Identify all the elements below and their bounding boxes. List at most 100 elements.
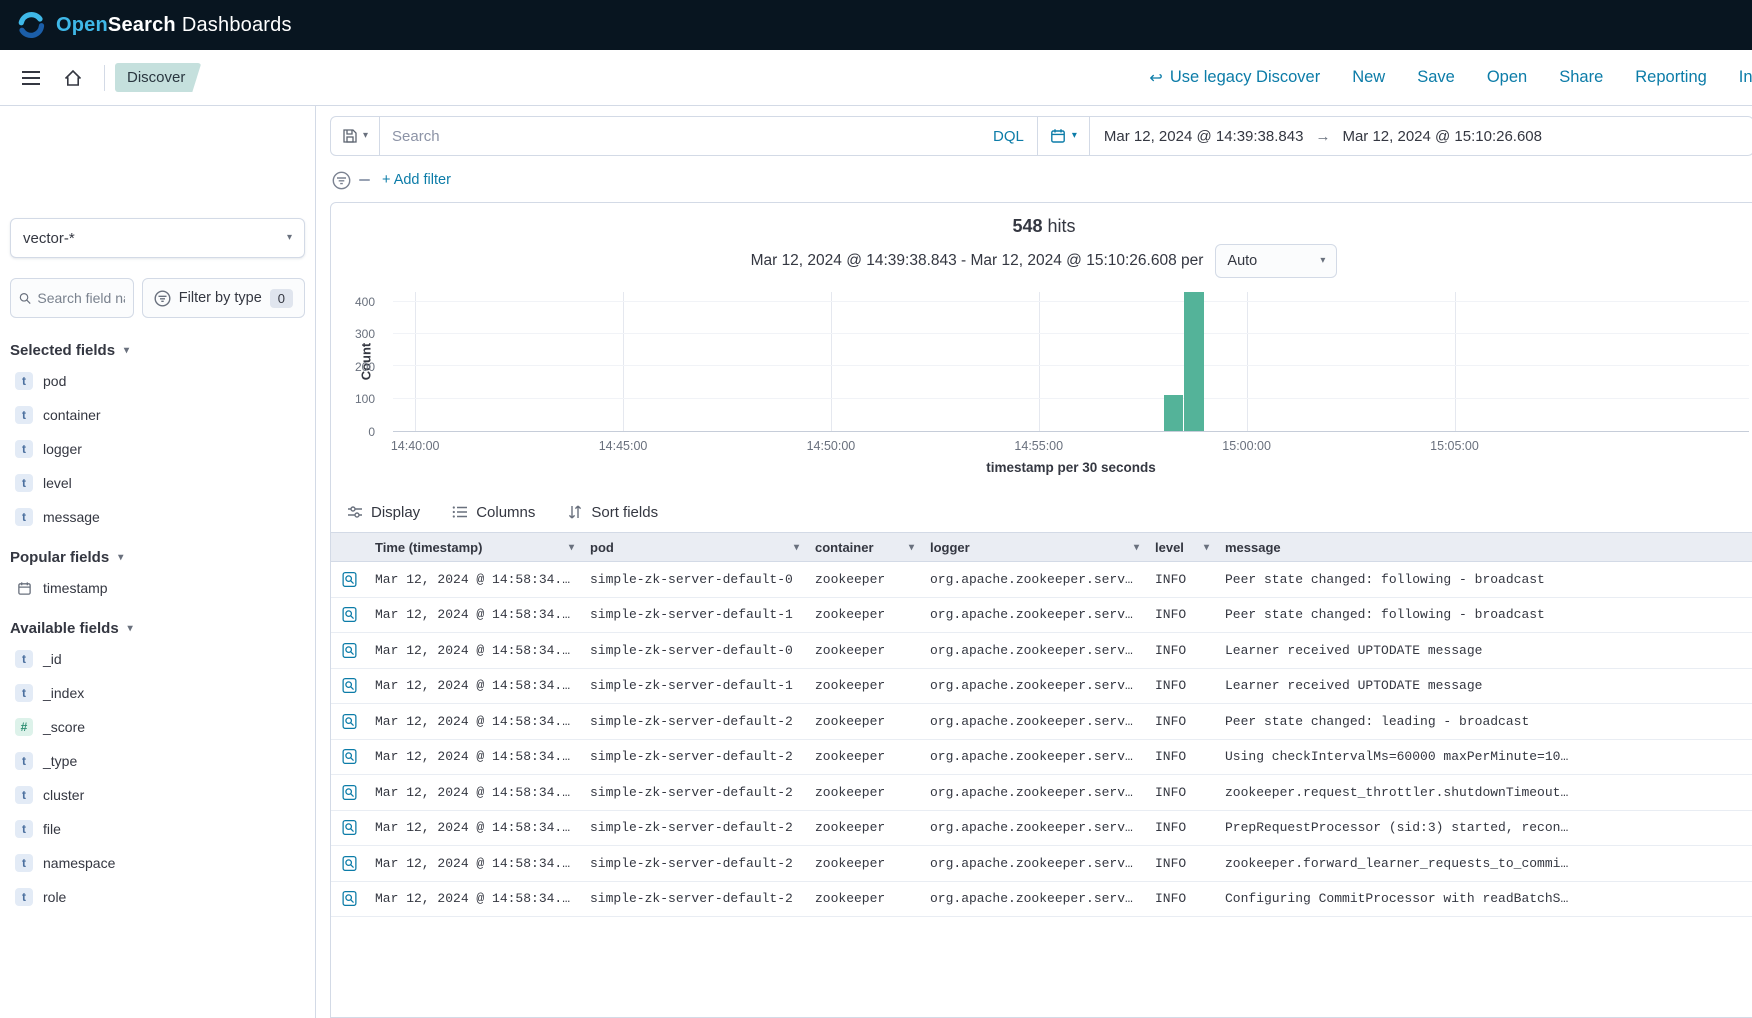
end-date-button[interactable]: Mar 12, 2024 @ 15:10:26.608 xyxy=(1342,128,1542,145)
selected-fields-header[interactable]: Selected fields ▾ xyxy=(10,342,305,359)
index-pattern-select[interactable]: vector-* ▾ xyxy=(10,218,305,258)
breadcrumb[interactable]: Discover xyxy=(115,63,201,92)
sort-fields-button[interactable]: Sort fields xyxy=(567,504,658,521)
cell-time: Mar 12, 2024 @ 14:58:34.… xyxy=(367,856,582,871)
filter-by-type-button[interactable]: Filter by type 0 xyxy=(142,278,305,318)
field-item-cluster[interactable]: tcluster xyxy=(10,778,305,812)
available-fields-header[interactable]: Available fields ▾ xyxy=(10,620,305,637)
table-row: Mar 12, 2024 @ 14:58:34.…simple-zk-serve… xyxy=(331,740,1752,776)
column-header-level[interactable]: level▾ xyxy=(1147,540,1217,555)
field-name: pod xyxy=(43,373,66,389)
sort-caret-icon[interactable]: ▾ xyxy=(563,542,574,553)
inspect-document-button[interactable] xyxy=(341,606,358,623)
inspect-document-icon xyxy=(341,606,358,623)
field-item-level[interactable]: tlevel xyxy=(10,466,305,500)
field-item-_id[interactable]: t_id xyxy=(10,642,305,676)
opensearch-logo[interactable]: OpenSearchDashboards xyxy=(16,10,292,40)
inspect-document-button[interactable] xyxy=(341,713,358,730)
field-name: cluster xyxy=(43,787,84,803)
toolbar-link-share[interactable]: Share xyxy=(1559,68,1603,87)
cell-pod: simple-zk-server-default-2 xyxy=(582,714,807,729)
inspect-document-button[interactable] xyxy=(341,642,358,659)
histogram-bar[interactable] xyxy=(1164,395,1184,431)
saved-query-button[interactable]: ▾ xyxy=(331,117,380,155)
histogram-plot xyxy=(393,292,1749,432)
field-item-_score[interactable]: #_score xyxy=(10,710,305,744)
cell-message: Learner received UPTODATE message xyxy=(1217,643,1752,658)
sort-caret-icon[interactable]: ▾ xyxy=(1198,542,1209,553)
field-item-role[interactable]: trole xyxy=(10,880,305,914)
inspect-document-button[interactable] xyxy=(341,784,358,801)
cell-logger: org.apache.zookeeper.serv… xyxy=(922,607,1147,622)
string-field-icon: t xyxy=(15,888,33,906)
field-item-logger[interactable]: tlogger xyxy=(10,432,305,466)
field-name: _score xyxy=(43,719,85,735)
field-search-input[interactable] xyxy=(37,290,124,306)
calendar-icon xyxy=(1050,128,1066,144)
string-field-icon: t xyxy=(15,684,33,702)
toolbar-divider xyxy=(104,65,105,91)
toolbar-link-inspect[interactable]: Inspect xyxy=(1739,68,1752,87)
start-date-button[interactable]: Mar 12, 2024 @ 14:39:38.843 xyxy=(1104,128,1304,145)
column-header-pod[interactable]: pod▾ xyxy=(582,540,807,555)
toolbar-link-save[interactable]: Save xyxy=(1417,68,1455,87)
field-item-namespace[interactable]: tnamespace xyxy=(10,846,305,880)
columns-list-icon xyxy=(452,504,468,520)
index-pattern-label: vector-* xyxy=(23,230,75,247)
inspect-document-button[interactable] xyxy=(341,748,358,765)
toolbar-link-open[interactable]: Open xyxy=(1487,68,1527,87)
arrow-right-icon: → xyxy=(1315,128,1330,145)
cell-time: Mar 12, 2024 @ 14:58:34.… xyxy=(367,714,582,729)
field-item-container[interactable]: tcontainer xyxy=(10,398,305,432)
field-item-message[interactable]: tmessage xyxy=(10,500,305,534)
cell-pod: simple-zk-server-default-1 xyxy=(582,678,807,693)
toolbar-link-reporting[interactable]: Reporting xyxy=(1635,68,1707,87)
x-gridline xyxy=(831,292,832,431)
sort-caret-icon[interactable]: ▾ xyxy=(1128,542,1139,553)
inspect-document-button[interactable] xyxy=(341,571,358,588)
query-language-button[interactable]: DQL xyxy=(980,117,1037,155)
field-name: message xyxy=(43,509,100,525)
cell-level: INFO xyxy=(1147,714,1217,729)
histogram-bar[interactable] xyxy=(1184,292,1204,431)
inspect-document-button[interactable] xyxy=(341,855,358,872)
toolbar-link-use-legacy-discover[interactable]: ↩Use legacy Discover xyxy=(1149,68,1320,88)
popular-fields-header[interactable]: Popular fields ▾ xyxy=(10,549,305,566)
date-quick-select-button[interactable]: ▾ xyxy=(1038,117,1089,155)
toolbar-link-new[interactable]: New xyxy=(1352,68,1385,87)
field-item-_type[interactable]: t_type xyxy=(10,744,305,778)
display-button[interactable]: Display xyxy=(347,504,420,521)
column-header-time-timestamp-[interactable]: Time (timestamp)▾ xyxy=(367,540,582,555)
interval-select[interactable]: Auto ▾ xyxy=(1215,244,1337,278)
inspect-document-button[interactable] xyxy=(341,819,358,836)
search-input[interactable] xyxy=(380,117,980,155)
column-header-logger[interactable]: logger▾ xyxy=(922,540,1147,555)
cell-level: INFO xyxy=(1147,643,1217,658)
hamburger-icon xyxy=(21,70,41,86)
column-header-message[interactable]: message xyxy=(1217,540,1752,555)
sort-caret-icon[interactable]: ▾ xyxy=(788,542,799,553)
chevron-down-icon: ▾ xyxy=(124,346,129,356)
column-header-container[interactable]: container▾ xyxy=(807,540,922,555)
field-item-timestamp[interactable]: timestamp xyxy=(10,571,305,605)
cell-level: INFO xyxy=(1147,891,1217,906)
home-button[interactable] xyxy=(52,57,94,99)
menu-button[interactable] xyxy=(10,57,52,99)
cell-container: zookeeper xyxy=(807,643,922,658)
cell-logger: org.apache.zookeeper.serv… xyxy=(922,856,1147,871)
field-item-file[interactable]: tfile xyxy=(10,812,305,846)
sort-caret-icon[interactable]: ▾ xyxy=(903,542,914,553)
field-item-_index[interactable]: t_index xyxy=(10,676,305,710)
inspect-document-button[interactable] xyxy=(341,890,358,907)
cell-level: INFO xyxy=(1147,785,1217,800)
y-gridline xyxy=(393,333,1749,334)
add-filter-button[interactable]: + Add filter xyxy=(382,172,451,188)
inspect-document-button[interactable] xyxy=(341,677,358,694)
inspect-document-icon xyxy=(341,642,358,659)
columns-button[interactable]: Columns xyxy=(452,504,535,521)
save-icon xyxy=(342,128,358,144)
field-name: _id xyxy=(43,651,62,667)
date-field-icon xyxy=(15,579,33,597)
cell-level: INFO xyxy=(1147,678,1217,693)
field-item-pod[interactable]: tpod xyxy=(10,364,305,398)
